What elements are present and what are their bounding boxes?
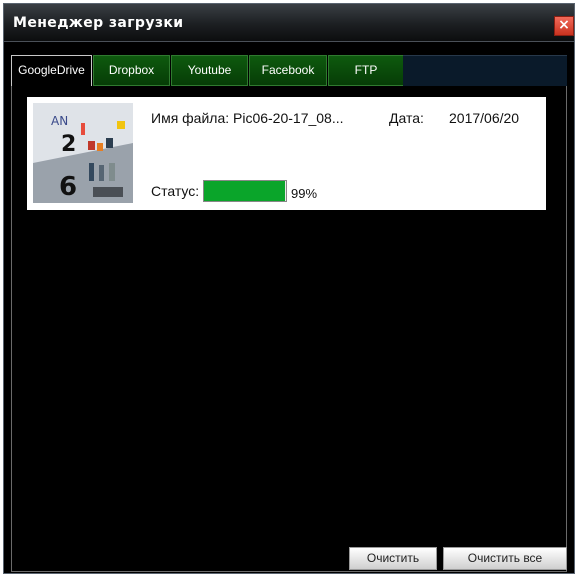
photo-thumbnail-icon: AN 2 6: [33, 103, 133, 203]
upload-manager-window: Менеджер загрузки × GoogleDrive Dropbox …: [3, 3, 575, 574]
date-label: Дата:: [389, 110, 424, 126]
status-label: Статус:: [151, 183, 200, 199]
tab-strip-filler: [403, 55, 567, 86]
svg-text:6: 6: [59, 172, 77, 202]
upload-list-panel: AN 2 6 Имя файла: Pic06-20-17_08... Дата…: [11, 86, 567, 572]
tab-ftp[interactable]: FTP: [328, 55, 404, 86]
progress-percent: 99%: [291, 186, 318, 201]
tab-dropbox[interactable]: Dropbox: [93, 55, 170, 86]
close-icon[interactable]: ×: [554, 16, 574, 36]
upload-progress-fill: [204, 181, 286, 201]
file-name-value: Pic06-20-17_08...: [233, 110, 344, 126]
tab-youtube[interactable]: Youtube: [171, 55, 248, 86]
clear-all-button[interactable]: Очистить все: [443, 547, 567, 570]
service-tabs: GoogleDrive Dropbox Youtube Facebook FTP: [11, 55, 567, 88]
window-title: Менеджер загрузки: [13, 15, 184, 31]
svg-text:AN: AN: [51, 114, 68, 128]
svg-text:2: 2: [61, 132, 76, 157]
clear-button[interactable]: Очистить: [349, 547, 437, 570]
file-name-label: Имя файла:: [151, 110, 230, 126]
upload-list-item[interactable]: AN 2 6 Имя файла: Pic06-20-17_08... Дата…: [27, 97, 546, 210]
date-value: 2017/06/20: [449, 110, 520, 126]
tab-facebook[interactable]: Facebook: [249, 55, 327, 86]
tab-googledrive[interactable]: GoogleDrive: [11, 55, 92, 88]
upload-progress-bar: [203, 180, 287, 202]
title-bar[interactable]: Менеджер загрузки ×: [4, 4, 574, 42]
